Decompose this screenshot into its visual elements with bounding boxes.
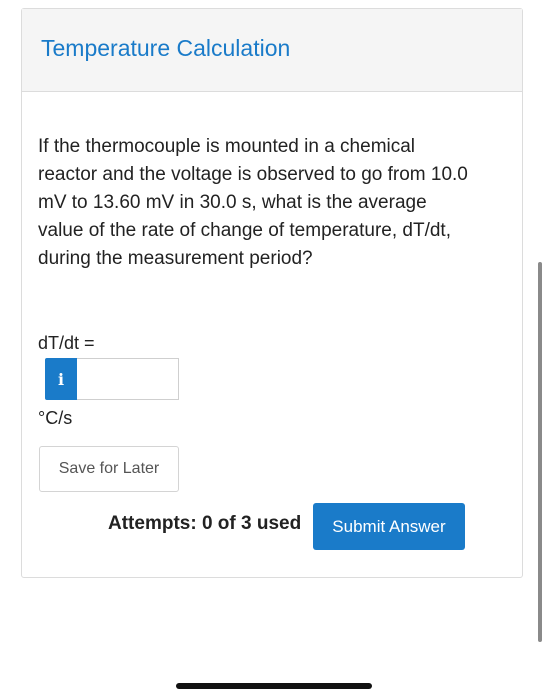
answer-input[interactable] bbox=[77, 358, 179, 400]
info-icon-glyph: i bbox=[57, 369, 65, 389]
question-text: If the thermocouple is mounted in a chem… bbox=[38, 136, 468, 269]
answer-input-group: i bbox=[45, 358, 179, 400]
question-card: Temperature Calculation bbox=[21, 8, 523, 578]
page-title: Temperature Calculation bbox=[41, 35, 291, 61]
attempts-counter: Attempts: 0 of 3 used bbox=[108, 513, 302, 534]
scrollbar[interactable] bbox=[538, 262, 542, 642]
unit-label: °C/s bbox=[38, 408, 73, 428]
answer-label: dT/dt = bbox=[38, 333, 95, 353]
home-indicator[interactable] bbox=[176, 683, 372, 689]
info-icon[interactable]: i bbox=[45, 358, 77, 400]
save-for-later-button[interactable]: Save for Later bbox=[39, 446, 179, 492]
card-header: Temperature Calculation bbox=[22, 9, 522, 92]
submit-answer-button[interactable]: Submit Answer bbox=[313, 503, 465, 550]
